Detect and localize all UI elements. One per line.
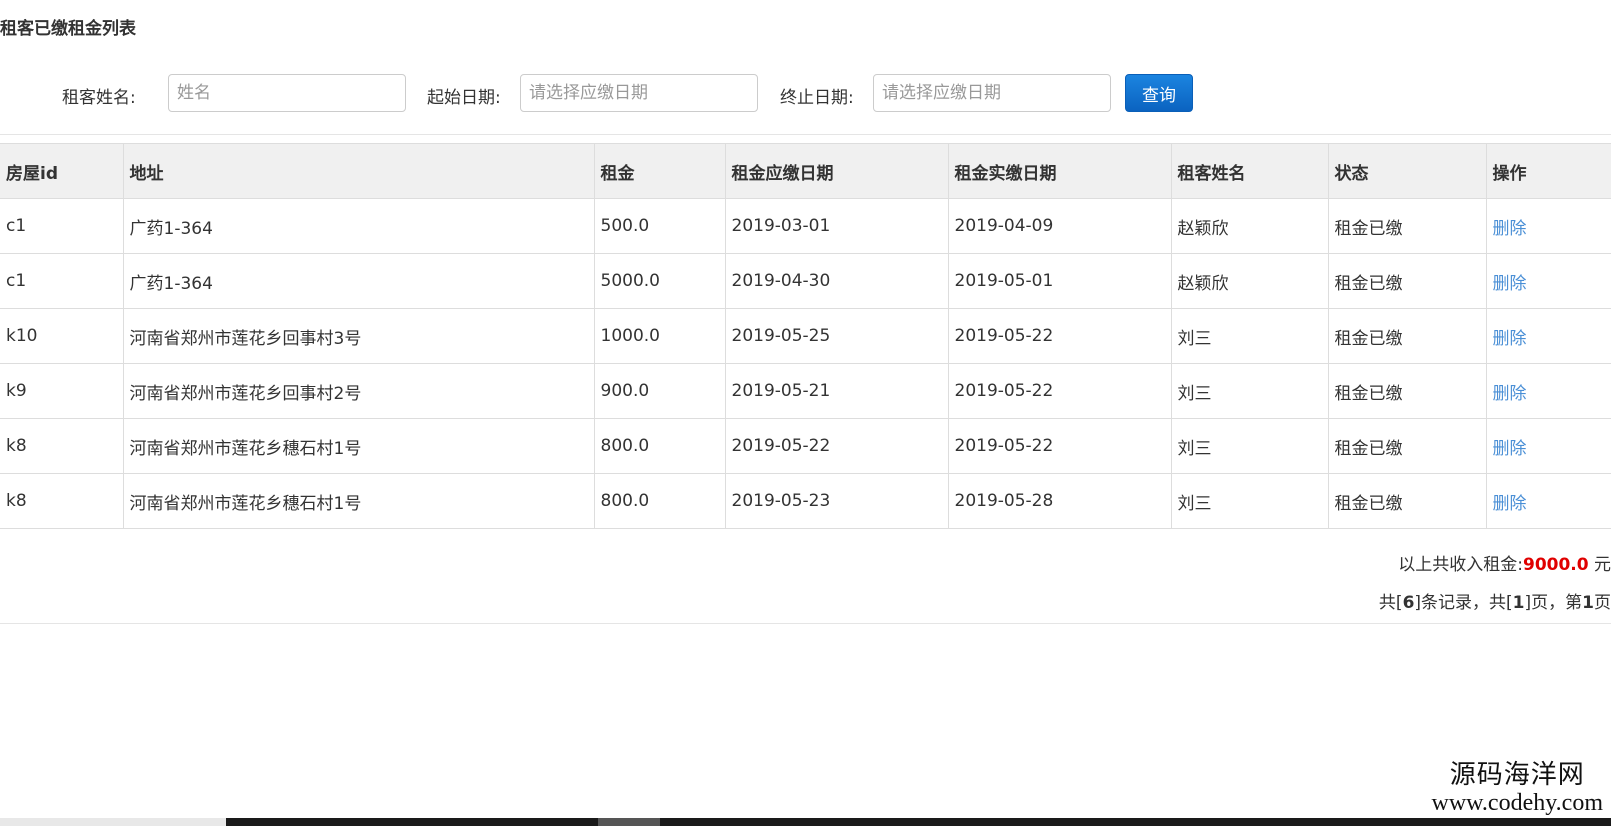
summary-prefix: 以上共收入租金: (1398, 555, 1523, 575)
end-date-label: 终止日期: (780, 88, 854, 108)
cell-status: 租金已缴 (1328, 418, 1487, 474)
bottom-divider (0, 623, 1611, 624)
cell-paid-date: 2019-04-09 (948, 198, 1172, 254)
cell-status: 租金已缴 (1328, 253, 1487, 309)
cell-rent: 5000.0 (594, 253, 726, 309)
cell-action: 删除 (1486, 308, 1611, 364)
query-button[interactable]: 查询 (1125, 74, 1193, 112)
taskbar-segment (0, 818, 226, 826)
taskbar-segment (598, 818, 660, 826)
cell-action: 删除 (1486, 363, 1611, 419)
cell-due-date: 2019-04-30 (725, 253, 949, 309)
cell-house-id: k9 (0, 363, 124, 419)
site-watermark: 源码海洋网 www.codehy.com (1431, 760, 1603, 816)
delete-link[interactable]: 删除 (1493, 329, 1527, 349)
cell-house-id: k8 (0, 418, 124, 474)
cell-rent: 800.0 (594, 418, 726, 474)
table-row: k9 河南省郑州市莲花乡回事村2号 900.0 2019-05-21 2019-… (0, 363, 1611, 419)
record-count: 6 (1402, 593, 1415, 613)
cell-rent: 800.0 (594, 473, 726, 529)
table-row: c1 广药1-364 5000.0 2019-04-30 2019-05-01 … (0, 253, 1611, 309)
cell-action: 删除 (1486, 473, 1611, 529)
start-date-label: 起始日期: (427, 88, 501, 108)
pagination-text: ]条记录，共[ (1414, 593, 1513, 613)
cell-tenant: 刘三 (1171, 308, 1329, 364)
delete-link[interactable]: 删除 (1493, 219, 1527, 239)
cell-paid-date: 2019-05-22 (948, 363, 1172, 419)
summary-unit: 元 (1594, 555, 1611, 575)
cell-tenant: 赵颖欣 (1171, 253, 1329, 309)
cell-status: 租金已缴 (1328, 473, 1487, 529)
cell-paid-date: 2019-05-22 (948, 418, 1172, 474)
header-action: 操作 (1486, 143, 1611, 199)
delete-link[interactable]: 删除 (1493, 274, 1527, 294)
cell-due-date: 2019-03-01 (725, 198, 949, 254)
page-count: 1 (1512, 593, 1525, 613)
cell-action: 删除 (1486, 253, 1611, 309)
cell-house-id: k10 (0, 308, 124, 364)
table-row: k10 河南省郑州市莲花乡回事村3号 1000.0 2019-05-25 201… (0, 308, 1611, 364)
cell-house-id: c1 (0, 198, 124, 254)
start-date-input[interactable] (520, 74, 758, 112)
cell-due-date: 2019-05-25 (725, 308, 949, 364)
cell-address: 河南省郑州市莲花乡穗石村1号 (123, 418, 595, 474)
cell-action: 删除 (1486, 418, 1611, 474)
header-status: 状态 (1328, 143, 1487, 199)
pagination-info: 共[6]条记录，共[1]页，第1页 (1379, 588, 1611, 613)
cell-address: 河南省郑州市莲花乡回事村3号 (123, 308, 595, 364)
rent-table: 房屋id 地址 租金 租金应缴日期 租金实缴日期 租客姓名 状态 操作 c1 广… (0, 143, 1611, 529)
delete-link[interactable]: 删除 (1493, 494, 1527, 514)
tenant-name-label: 租客姓名: (62, 88, 136, 108)
cell-tenant: 刘三 (1171, 418, 1329, 474)
rent-total-summary: 以上共收入租金:9000.0 元 (1398, 550, 1611, 575)
cell-status: 租金已缴 (1328, 308, 1487, 364)
cell-address: 河南省郑州市莲花乡回事村2号 (123, 363, 595, 419)
page-title: 租客已缴租金列表 (0, 19, 136, 39)
tenant-name-input[interactable] (168, 74, 406, 112)
pagination-text: 页 (1594, 593, 1611, 613)
cell-address: 河南省郑州市莲花乡穗石村1号 (123, 473, 595, 529)
cell-paid-date: 2019-05-01 (948, 253, 1172, 309)
cell-due-date: 2019-05-22 (725, 418, 949, 474)
cell-rent: 500.0 (594, 198, 726, 254)
cell-house-id: k8 (0, 473, 124, 529)
cell-paid-date: 2019-05-28 (948, 473, 1172, 529)
cell-address: 广药1-364 (123, 253, 595, 309)
pagination-text: ]页，第 (1524, 593, 1583, 613)
cell-rent: 900.0 (594, 363, 726, 419)
cell-address: 广药1-364 (123, 198, 595, 254)
top-divider (0, 134, 1611, 135)
cell-status: 租金已缴 (1328, 363, 1487, 419)
taskbar-strip (0, 818, 1611, 826)
cell-tenant: 刘三 (1171, 363, 1329, 419)
cell-tenant: 赵颖欣 (1171, 198, 1329, 254)
header-rent: 租金 (594, 143, 726, 199)
cell-due-date: 2019-05-21 (725, 363, 949, 419)
end-date-input[interactable] (873, 74, 1111, 112)
cell-due-date: 2019-05-23 (725, 473, 949, 529)
cell-paid-date: 2019-05-22 (948, 308, 1172, 364)
table-row: c1 广药1-364 500.0 2019-03-01 2019-04-09 赵… (0, 198, 1611, 254)
table-row: k8 河南省郑州市莲花乡穗石村1号 800.0 2019-05-23 2019-… (0, 473, 1611, 529)
header-address: 地址 (123, 143, 595, 199)
watermark-url: www.codehy.com (1431, 790, 1603, 816)
total-rent-value: 9000.0 (1522, 555, 1589, 575)
table-row: k8 河南省郑州市莲花乡穗石村1号 800.0 2019-05-22 2019-… (0, 418, 1611, 474)
header-house-id: 房屋id (0, 143, 124, 199)
cell-rent: 1000.0 (594, 308, 726, 364)
cell-action: 删除 (1486, 198, 1611, 254)
pagination-text: 共[ (1378, 593, 1403, 613)
delete-link[interactable]: 删除 (1493, 384, 1527, 404)
filter-bar: 租客姓名: 起始日期: 终止日期: 查询 (0, 74, 1611, 112)
delete-link[interactable]: 删除 (1493, 439, 1527, 459)
header-tenant: 租客姓名 (1171, 143, 1329, 199)
cell-house-id: c1 (0, 253, 124, 309)
header-due-date: 租金应缴日期 (725, 143, 949, 199)
cell-status: 租金已缴 (1328, 198, 1487, 254)
cell-tenant: 刘三 (1171, 473, 1329, 529)
header-paid-date: 租金实缴日期 (948, 143, 1172, 199)
table-header-row: 房屋id 地址 租金 租金应缴日期 租金实缴日期 租客姓名 状态 操作 (0, 143, 1611, 199)
watermark-name: 源码海洋网 (1449, 760, 1585, 790)
current-page: 1 (1582, 593, 1594, 613)
